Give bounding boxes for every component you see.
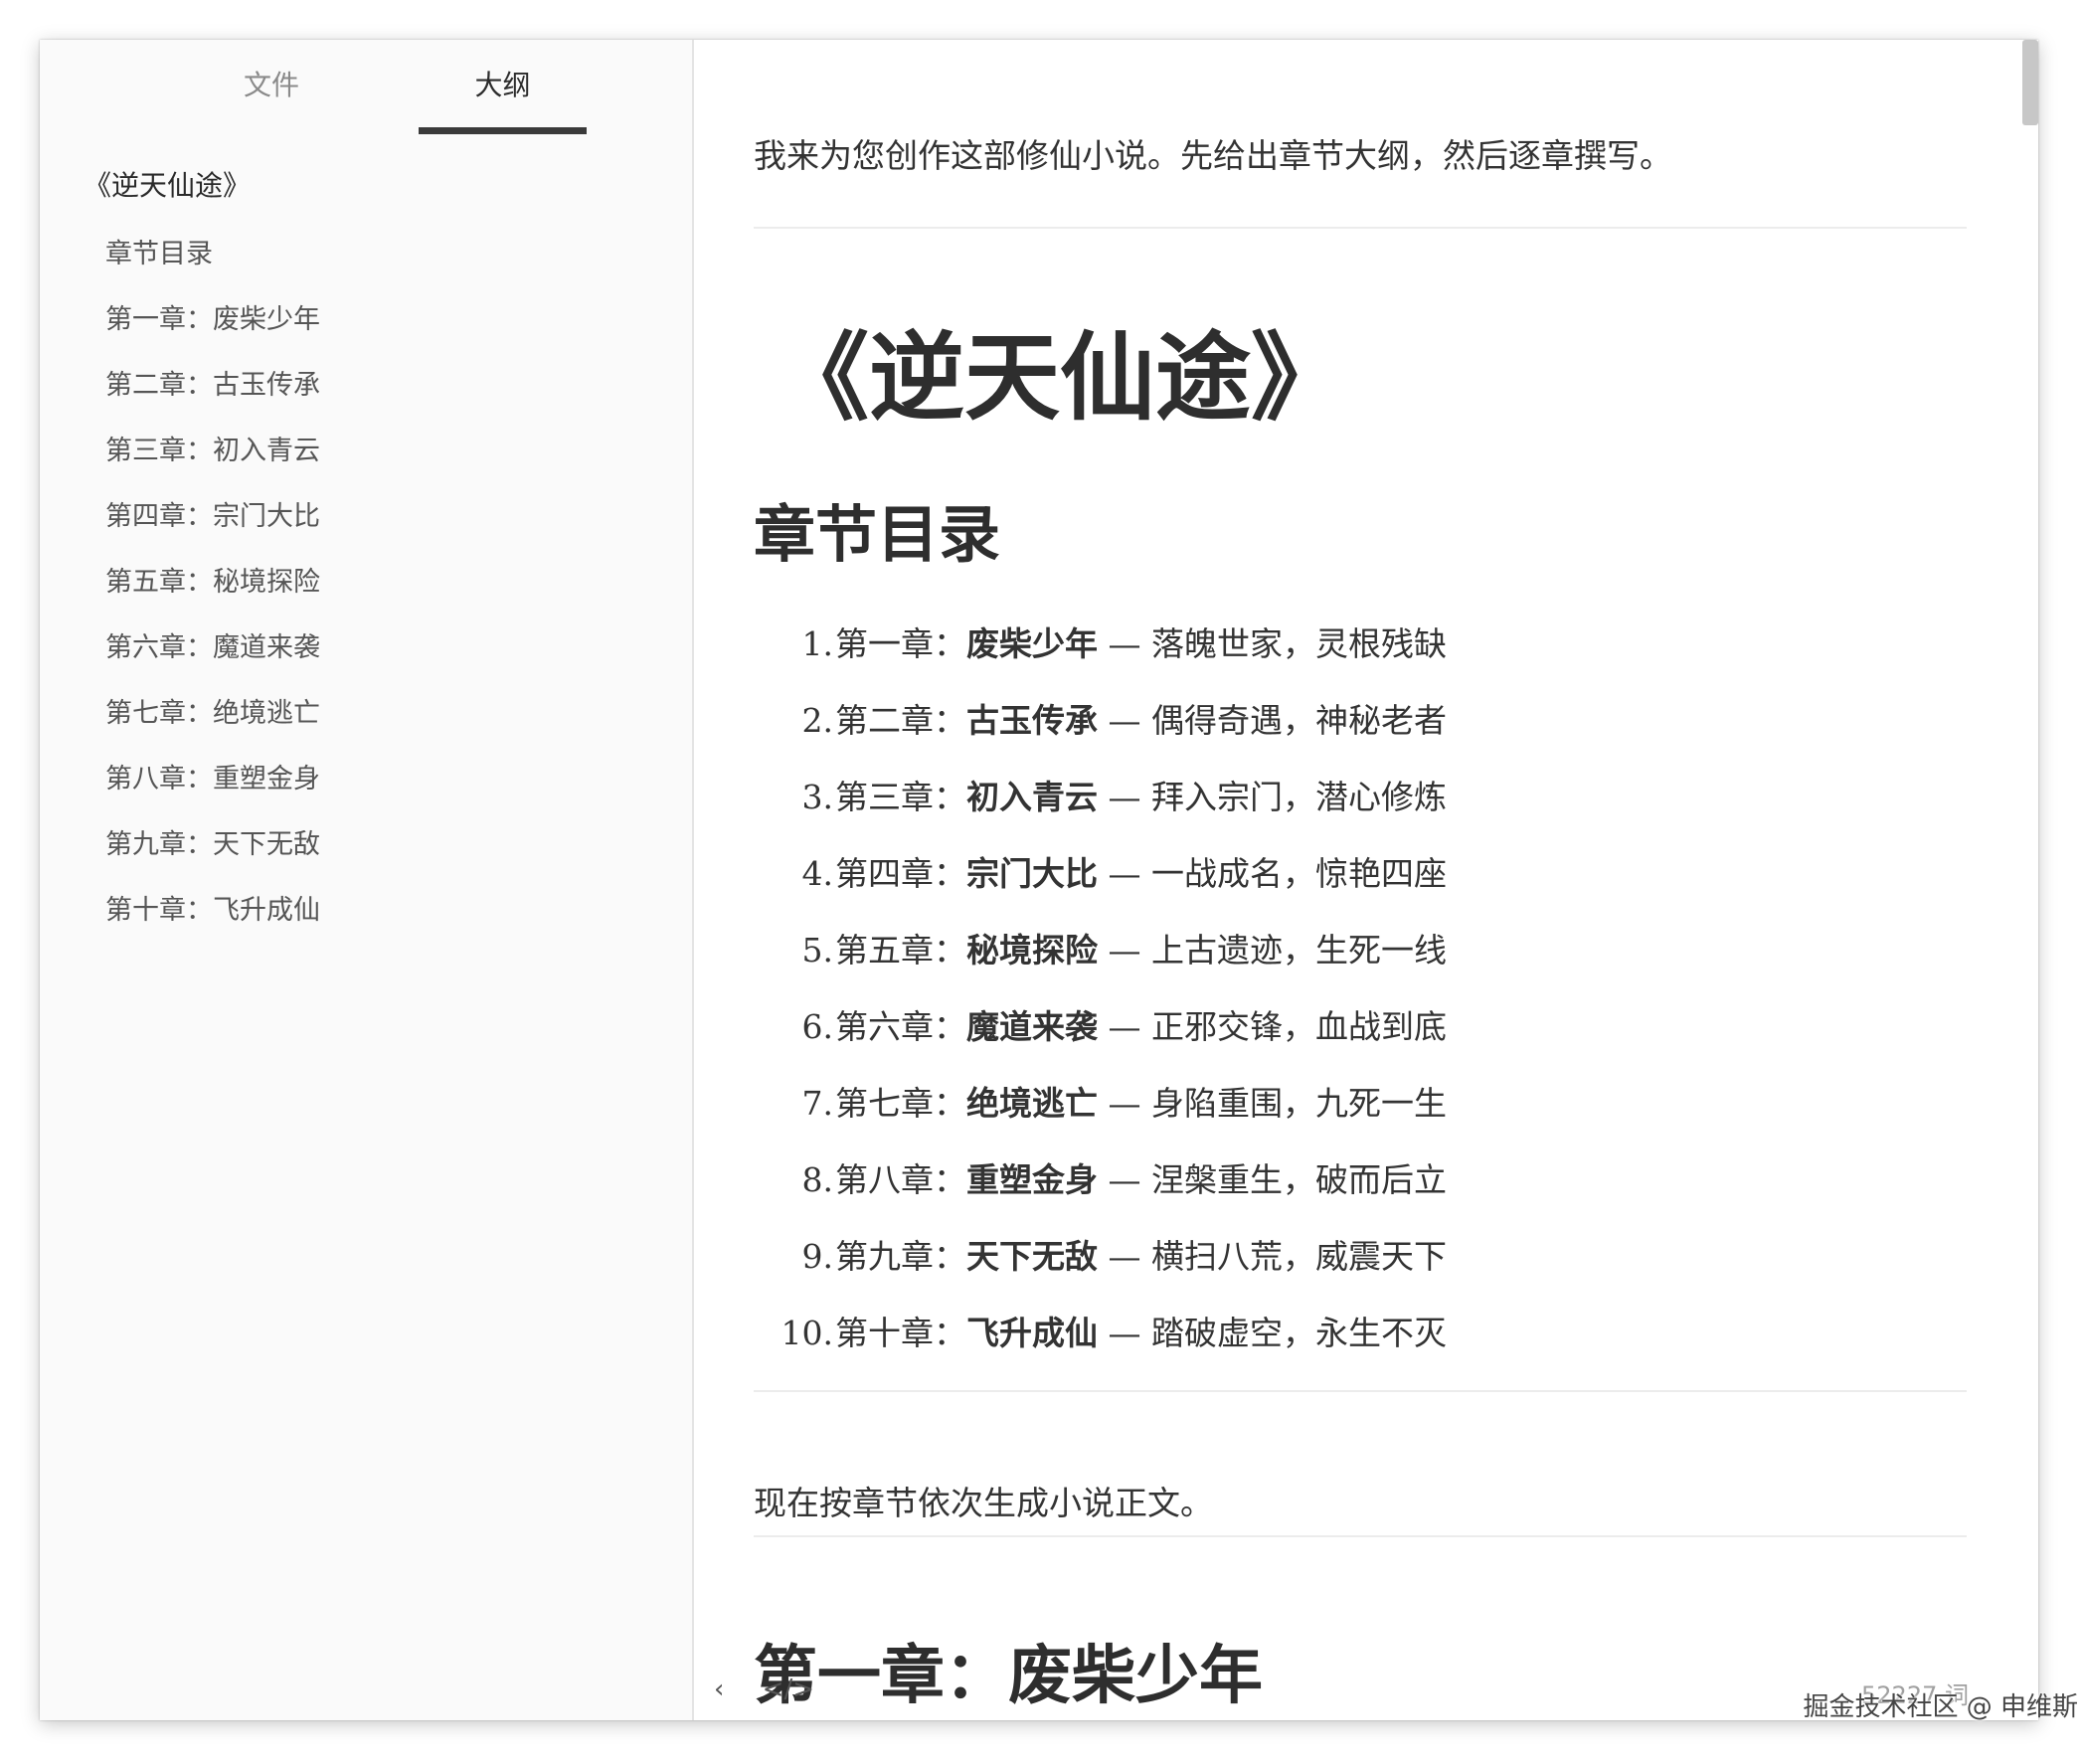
tab-outline[interactable]: 大纲 xyxy=(419,68,587,134)
toc-description: — 涅槃重生，破而后立 xyxy=(1098,1160,1447,1199)
sidebar: 文件 大纲 《逆天仙途》 章节目录 第一章：废柴少年 第二章：古玉传承 第三章：… xyxy=(40,40,694,1720)
outline-item[interactable]: 章节目录 xyxy=(105,235,213,274)
outline-item[interactable]: 第一章：废柴少年 xyxy=(105,300,320,340)
toc-description: — 一战成名，惊艳四座 xyxy=(1098,854,1447,893)
toc-chapter-name: 宗门大比 xyxy=(966,854,1098,893)
toc-prefix: 第九章： xyxy=(835,1237,966,1276)
toc-prefix: 第一章： xyxy=(835,624,966,663)
document-pane[interactable]: 我来为您创作这部修仙小说。先给出章节大纲，然后逐章撰写。 《逆天仙途》 章节目录… xyxy=(694,40,2038,1720)
divider xyxy=(754,227,1967,229)
toc-chapter-name: 秘境探险 xyxy=(966,931,1098,970)
toc-number: 2. xyxy=(801,701,834,740)
toc-prefix: 第二章： xyxy=(835,701,966,740)
tab-file[interactable]: 文件 xyxy=(187,68,356,134)
body-paragraph: 现在按章节依次生成小说正文。 xyxy=(754,1484,1213,1522)
toc-description: — 上古遗迹，生死一线 xyxy=(1098,931,1447,970)
toc-chapter-name: 天下无敌 xyxy=(966,1237,1098,1276)
toc-description: — 正邪交锋，血战到底 xyxy=(1098,1007,1447,1046)
outline-item[interactable]: 第四章：宗门大比 xyxy=(105,497,320,537)
toc-number: 8. xyxy=(801,1160,834,1199)
outline-item[interactable]: 第二章：古玉传承 xyxy=(105,366,320,406)
outline-item[interactable]: 第七章：绝境逃亡 xyxy=(105,694,320,734)
divider xyxy=(754,1535,1967,1537)
toc-heading: 章节目录 xyxy=(754,498,1001,571)
toc-number: 10. xyxy=(781,1314,833,1352)
scrollbar-thumb[interactable] xyxy=(2022,40,2038,125)
toc-number: 3. xyxy=(801,778,834,816)
toc-number: 1. xyxy=(801,624,834,663)
toc-description: — 踏破虚空，永生不灭 xyxy=(1098,1314,1447,1352)
toc-prefix: 第六章： xyxy=(835,1007,966,1046)
toc-number: 9. xyxy=(801,1237,834,1276)
toc-number: 5. xyxy=(801,931,834,970)
toc-chapter-name: 古玉传承 xyxy=(966,701,1098,740)
toc-prefix: 第五章： xyxy=(835,931,966,970)
editor-window: 文件 大纲 《逆天仙途》 章节目录 第一章：废柴少年 第二章：古玉传承 第三章：… xyxy=(40,40,2038,1720)
outline-item[interactable]: 第六章：魔道来袭 xyxy=(105,628,320,668)
book-title-heading: 《逆天仙途》 xyxy=(774,322,1346,434)
toc-prefix: 第四章： xyxy=(835,854,966,893)
chevron-left-icon[interactable]: ‹ xyxy=(714,1675,724,1704)
toc-number: 4. xyxy=(801,854,834,893)
outline-item[interactable]: 第五章：秘境探险 xyxy=(105,563,320,603)
outline-item[interactable]: 第八章：重塑金身 xyxy=(105,760,320,799)
toc-prefix: 第十章： xyxy=(835,1314,966,1352)
outline-item[interactable]: 第九章：天下无敌 xyxy=(105,825,320,865)
toc-description: — 落魄世家，灵根残缺 xyxy=(1098,624,1447,663)
toc-chapter-name: 重塑金身 xyxy=(966,1160,1098,1199)
toc-chapter-name: 绝境逃亡 xyxy=(966,1084,1098,1123)
outline-item-book-title[interactable]: 《逆天仙途》 xyxy=(84,166,251,206)
intro-paragraph: 我来为您创作这部修仙小说。先给出章节大纲，然后逐章撰写。 xyxy=(754,136,1672,175)
code-icon[interactable]: </> xyxy=(763,1675,814,1704)
toc-prefix: 第七章： xyxy=(835,1084,966,1123)
toc-description: — 偶得奇遇，神秘老者 xyxy=(1098,701,1447,740)
toc-chapter-name: 初入青云 xyxy=(966,778,1098,816)
toc-description: — 拜入宗门，潜心修炼 xyxy=(1098,778,1447,816)
toc-chapter-name: 魔道来袭 xyxy=(966,1007,1098,1046)
status-bar-controls: ‹ </> xyxy=(714,1675,844,1714)
divider xyxy=(754,1390,1967,1392)
toc-number: 7. xyxy=(801,1084,834,1123)
toc-chapter-name: 飞升成仙 xyxy=(966,1314,1098,1352)
toc-number: 6. xyxy=(801,1007,834,1046)
toc-chapter-name: 废柴少年 xyxy=(966,624,1098,663)
toc-description: — 横扫八荒，威震天下 xyxy=(1098,1237,1447,1276)
outline-item[interactable]: 第十章：飞升成仙 xyxy=(105,891,320,931)
outline-item[interactable]: 第三章：初入青云 xyxy=(105,432,320,471)
toc-description: — 身陷重围，九死一生 xyxy=(1098,1084,1447,1123)
watermark: 掘金技术社区 @ 申维斯 xyxy=(1803,1692,2078,1722)
toc-prefix: 第三章： xyxy=(835,778,966,816)
toc-prefix: 第八章： xyxy=(835,1160,966,1199)
sidebar-tabs: 文件 大纲 xyxy=(40,40,692,134)
